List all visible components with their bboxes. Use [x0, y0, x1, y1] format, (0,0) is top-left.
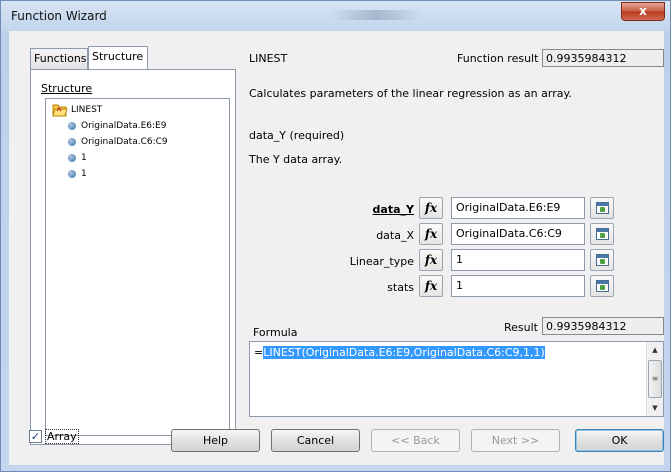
- shrink-icon: [596, 280, 609, 292]
- cancel-button[interactable]: Cancel: [271, 429, 360, 452]
- argument-description: The Y data array.: [249, 153, 343, 166]
- array-checkbox[interactable]: ✓ Array: [29, 429, 79, 444]
- tree-root-label: LINEST: [71, 105, 103, 115]
- argument-dot-icon: [68, 170, 76, 178]
- tree-item-label: OriginalData.E6:E9: [81, 121, 167, 131]
- structure-heading: Structure: [41, 82, 92, 95]
- scroll-down-arrow-icon[interactable]: ▼: [647, 400, 663, 416]
- tree-root[interactable]: LINEST: [52, 103, 102, 117]
- fx-button-data-x[interactable]: fx: [419, 223, 443, 245]
- arg-label-data-x: data_X: [376, 229, 414, 242]
- tab-structure-label: Structure: [92, 50, 144, 63]
- scroll-thumb[interactable]: ≡: [648, 360, 662, 398]
- shrink-button-data-y[interactable]: [590, 197, 614, 219]
- arg-input-stats[interactable]: 1: [451, 275, 585, 297]
- argument-dot-icon: [68, 138, 76, 146]
- scroll-up-arrow-icon[interactable]: ▲: [647, 342, 663, 358]
- formula-text: =LINEST(OriginalData.E6:E9,OriginalData.…: [254, 346, 545, 359]
- dialog-body: Functions Structure Structure LINEST Ori…: [9, 31, 664, 465]
- shrink-icon: [596, 254, 609, 266]
- shrink-button-stats[interactable]: [590, 275, 614, 297]
- shrink-button-data-x[interactable]: [590, 223, 614, 245]
- argument-title: data_Y (required): [249, 129, 345, 142]
- function-result-value: 0.9935984312: [542, 49, 664, 67]
- tree-item-label: 1: [81, 169, 87, 179]
- formula-editor[interactable]: =LINEST(OriginalData.E6:E9,OriginalData.…: [249, 341, 664, 417]
- function-wizard-window: Function Wizard x Functions Structure St…: [0, 0, 671, 472]
- function-result-label: Function result: [457, 52, 539, 65]
- formula-selected-text: LINEST(OriginalData.E6:E9,OriginalData.C…: [263, 346, 545, 359]
- tab-functions[interactable]: Functions: [30, 48, 88, 69]
- folder-open-icon: [52, 103, 68, 117]
- argument-dot-icon: [68, 122, 76, 130]
- back-button[interactable]: << Back: [371, 429, 460, 452]
- close-button[interactable]: x: [621, 2, 665, 21]
- fx-button-stats[interactable]: fx: [419, 275, 443, 297]
- tree-item-label: 1: [81, 153, 87, 163]
- result-value: 0.9935984312: [542, 317, 664, 335]
- tree-item-label: OriginalData.C6:C9: [81, 137, 168, 147]
- tab-structure[interactable]: Structure: [88, 46, 148, 69]
- function-description: Calculates parameters of the linear regr…: [249, 87, 572, 100]
- tree-item[interactable]: OriginalData.E6:E9: [68, 121, 166, 131]
- arg-label-linear-type: Linear_type: [349, 255, 414, 268]
- result-label: Result: [504, 321, 538, 334]
- shrink-icon: [596, 228, 609, 240]
- help-button[interactable]: Help: [171, 429, 260, 452]
- function-name: LINEST: [249, 52, 288, 65]
- arg-label-data-y-text: data_Y: [372, 203, 414, 216]
- window-title: Function Wizard: [11, 9, 107, 23]
- tree-item[interactable]: 1: [68, 153, 87, 163]
- fx-button-data-y[interactable]: fx: [419, 197, 443, 219]
- checkbox-check-icon[interactable]: ✓: [29, 430, 42, 443]
- structure-heading-text: Structure: [41, 82, 93, 95]
- arg-input-linear-type[interactable]: 1: [451, 249, 585, 271]
- arg-label-data-y: data_Y: [373, 203, 414, 216]
- formula-prefix: =: [254, 346, 264, 359]
- tree-item[interactable]: OriginalData.C6:C9: [68, 137, 168, 147]
- structure-tree[interactable]: LINEST OriginalData.E6:E9 OriginalData.C…: [45, 98, 230, 436]
- shrink-icon: [596, 202, 609, 214]
- title-bar-blur: [331, 10, 421, 20]
- tree-item[interactable]: 1: [68, 169, 87, 179]
- next-button[interactable]: Next >>: [471, 429, 560, 452]
- fx-button-linear-type[interactable]: fx: [419, 249, 443, 271]
- tab-functions-label: Functions: [34, 52, 87, 65]
- shrink-button-linear-type[interactable]: [590, 249, 614, 271]
- array-label: Array: [45, 429, 79, 444]
- arg-input-data-y[interactable]: OriginalData.E6:E9: [451, 197, 585, 219]
- argument-dot-icon: [68, 154, 76, 162]
- formula-scrollbar[interactable]: ▲ ≡ ▼: [646, 342, 663, 416]
- ok-button[interactable]: OK: [575, 429, 664, 452]
- formula-label: Formula: [253, 326, 298, 339]
- arg-input-data-x[interactable]: OriginalData.C6:C9: [451, 223, 585, 245]
- arg-label-stats: stats: [387, 281, 414, 294]
- title-bar[interactable]: Function Wizard x: [1, 1, 670, 31]
